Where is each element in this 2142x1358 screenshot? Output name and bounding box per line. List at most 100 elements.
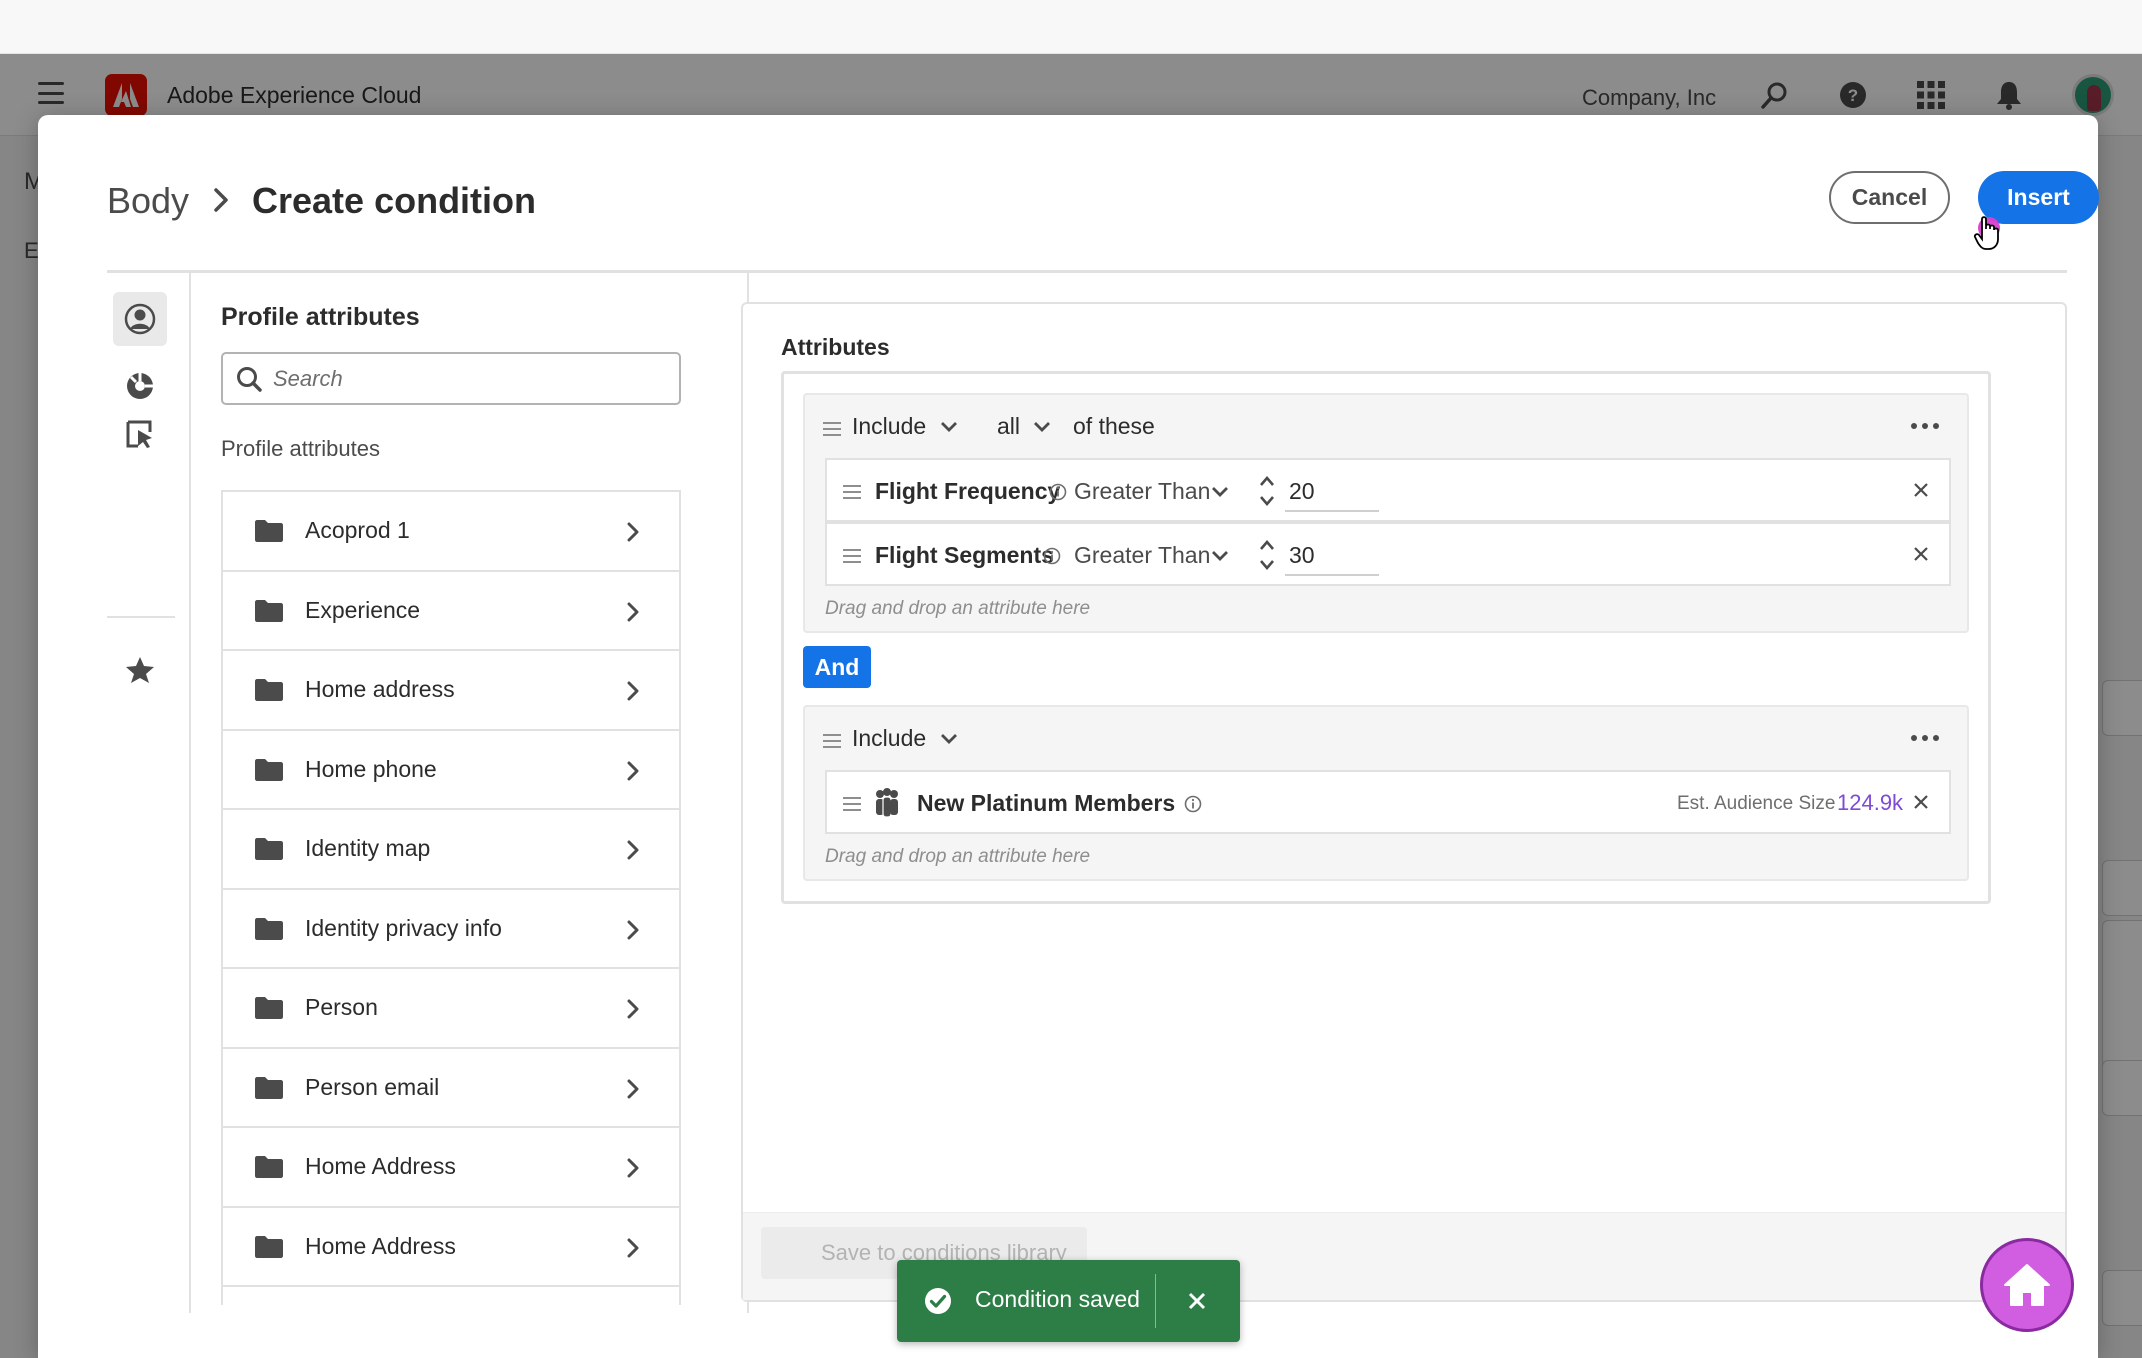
attribute-list-item[interactable]: Identity map <box>223 810 679 890</box>
stepper-icon[interactable] <box>1259 538 1275 572</box>
drag-handle-icon[interactable] <box>843 485 861 499</box>
audience-icon <box>876 788 898 818</box>
group-header: Include <box>805 707 1967 769</box>
chevron-right-icon[interactable] <box>623 520 643 544</box>
breadcrumb-parent[interactable]: Body <box>107 180 189 222</box>
folder-icon <box>255 599 283 622</box>
attribute-label: Person email <box>305 1073 440 1100</box>
info-icon[interactable] <box>1043 547 1061 565</box>
drag-handle-icon[interactable] <box>823 422 841 436</box>
chevron-down-icon[interactable] <box>940 733 958 745</box>
toast-message: Condition saved <box>975 1286 1140 1312</box>
drag-handle-icon[interactable] <box>843 797 861 811</box>
attribute-list-item[interactable]: Home Address <box>223 1208 679 1287</box>
section-label: Profile attributes <box>221 436 380 461</box>
close-icon[interactable] <box>1911 480 1931 500</box>
page-title: Create condition <box>252 180 537 221</box>
chevron-right-icon[interactable] <box>623 997 643 1021</box>
more-options-icon[interactable] <box>1911 735 1939 741</box>
attribute-list-item[interactable]: Home Address <box>223 1128 679 1208</box>
search-field[interactable] <box>221 352 681 405</box>
audience-row: New Platinum Members Est. Audience Size … <box>825 770 1951 834</box>
folder-icon <box>255 1235 283 1258</box>
attribute-label: Identity map <box>305 835 431 862</box>
success-toast: Condition saved <box>897 1260 1240 1342</box>
drag-handle-icon[interactable] <box>823 734 841 748</box>
cancel-button[interactable]: Cancel <box>1829 171 1950 224</box>
audience-icon <box>127 373 153 399</box>
include-dropdown-label[interactable]: Include <box>852 413 926 440</box>
chevron-right-icon[interactable] <box>623 759 643 783</box>
rail-audiences[interactable] <box>113 359 167 413</box>
attribute-list: Acoprod 1 Experience Home address Home phon… <box>221 490 681 1305</box>
chevron-right-icon[interactable] <box>623 838 643 862</box>
browser-top-strip <box>0 0 2142 54</box>
info-icon[interactable] <box>1184 795 1202 813</box>
value-input[interactable] <box>1285 472 1379 512</box>
rules-container: Include all of these Flight Frequency Gr… <box>781 371 1991 904</box>
attribute-list-item[interactable]: Identity privacy info <box>223 890 679 969</box>
folder-icon <box>255 838 283 860</box>
close-icon[interactable] <box>1911 792 1931 812</box>
attribute-label: Person <box>305 994 378 1021</box>
chevron-down-icon[interactable] <box>1033 421 1051 433</box>
stepper-icon[interactable] <box>1259 474 1275 508</box>
operator-dropdown-label[interactable]: Greater Than <box>1074 478 1210 505</box>
chevron-right-icon <box>208 185 234 215</box>
rail-context[interactable] <box>113 407 167 461</box>
chevron-right-icon[interactable] <box>623 1236 643 1260</box>
chevron-down-icon[interactable] <box>940 421 958 433</box>
close-icon[interactable] <box>1183 1287 1211 1315</box>
chevron-right-icon[interactable] <box>623 679 643 703</box>
quantifier-dropdown-label[interactable]: all <box>997 413 1020 440</box>
attribute-list-item[interactable]: Person <box>223 969 679 1049</box>
condition-group: Include all of these Flight Frequency Gr… <box>803 393 1969 633</box>
chevron-right-icon[interactable] <box>623 1156 643 1180</box>
chevron-right-icon[interactable] <box>623 600 643 624</box>
home-icon <box>2004 1264 2050 1306</box>
drop-zone-hint[interactable]: Drag and drop an attribute here <box>825 598 1090 620</box>
drag-handle-icon[interactable] <box>843 549 861 563</box>
chevron-down-icon[interactable] <box>1211 486 1229 498</box>
attribute-list-item[interactable]: Experience <box>223 572 679 651</box>
toast-divider <box>1155 1274 1156 1328</box>
star-icon <box>126 657 154 683</box>
drop-zone-hint[interactable]: Drag and drop an attribute here <box>825 846 1090 868</box>
create-condition-dialog: Body Create condition Cancel Insert Prof <box>38 115 2099 1358</box>
folder-icon <box>255 997 283 1019</box>
check-circle-icon <box>925 1288 951 1314</box>
value-input[interactable] <box>1285 536 1379 576</box>
more-options-icon[interactable] <box>1911 423 1939 429</box>
hand-cursor-icon <box>1973 215 2009 255</box>
group-suffix: of these <box>1073 413 1155 439</box>
attribute-label: Home phone <box>305 755 437 782</box>
attribute-list-item[interactable]: Person email <box>223 1049 679 1128</box>
chevron-right-icon[interactable] <box>623 1077 643 1101</box>
attribute-list-item[interactable]: Home phone <box>223 731 679 810</box>
condition-row: Flight Segments Greater Than <box>825 522 1951 586</box>
attribute-label: Home Address <box>305 1232 456 1259</box>
chevron-right-icon[interactable] <box>623 918 643 942</box>
attribute-label: Acoprod 1 <box>305 517 410 544</box>
info-icon[interactable] <box>1049 483 1067 501</box>
and-combinator-button[interactable]: And <box>803 646 871 688</box>
home-button[interactable] <box>1980 1238 2074 1332</box>
header-divider <box>107 270 2067 273</box>
rail-favorites[interactable] <box>113 643 167 697</box>
chevron-down-icon[interactable] <box>1211 550 1229 562</box>
operator-dropdown-label[interactable]: Greater Than <box>1074 542 1210 569</box>
condition-attribute-name: Flight Segments <box>875 542 1054 568</box>
folder-icon <box>255 520 283 542</box>
rail-profile-attributes[interactable] <box>113 292 167 346</box>
dialog-header: Body Create condition Cancel Insert <box>107 155 2099 239</box>
search-input[interactable] <box>273 362 673 396</box>
attribute-label: Experience <box>305 596 421 623</box>
include-dropdown-label[interactable]: Include <box>852 725 926 752</box>
select-pointer-icon <box>126 420 152 448</box>
close-icon[interactable] <box>1911 544 1931 564</box>
attribute-list-item[interactable]: Acoprod 1 <box>223 492 679 572</box>
search-icon <box>237 367 262 392</box>
profile-attributes-panel: Profile attributes Profile attributes Ac… <box>221 275 721 1315</box>
attribute-list-item[interactable]: Home address <box>223 651 679 731</box>
panel-title: Profile attributes <box>221 303 420 331</box>
